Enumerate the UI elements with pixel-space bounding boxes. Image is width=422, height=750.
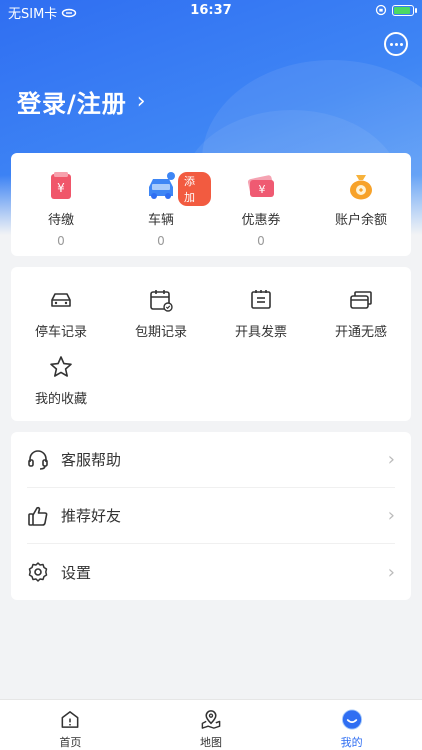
tab-label: 首页 xyxy=(59,736,82,749)
orientation-lock-icon xyxy=(375,4,387,16)
message-button[interactable] xyxy=(384,32,408,56)
tool-label: 停车记录 xyxy=(34,325,87,340)
card-icon xyxy=(350,291,372,309)
tab-label: 地图 xyxy=(200,736,222,749)
menu-label: 客服帮助 xyxy=(61,451,122,469)
chevron-right-icon: › xyxy=(387,449,395,470)
battery-icon xyxy=(392,4,417,16)
stat-coupon[interactable]: ¥ 优惠券 0 xyxy=(211,153,311,256)
tab-label: 我的 xyxy=(340,736,363,749)
menu-label: 推荐好友 xyxy=(61,507,122,525)
stat-label: 待缴 xyxy=(47,213,74,228)
svg-text:¥: ¥ xyxy=(57,181,65,195)
coupon-icon: ¥ xyxy=(247,175,275,197)
status-time: 16:37 xyxy=(190,3,232,18)
stat-value: 0 xyxy=(257,234,265,248)
chevron-right-icon: › xyxy=(387,561,395,583)
svg-text:¥: ¥ xyxy=(259,183,266,196)
tool-parking-records[interactable]: 停车记录 xyxy=(11,287,111,354)
stat-value: 0 xyxy=(57,234,65,248)
chevron-right-icon: › xyxy=(136,89,147,114)
stat-pending[interactable]: ¥ 待缴 0 xyxy=(11,153,111,256)
thumbs-up-icon xyxy=(28,506,48,526)
calendar-icon xyxy=(150,290,173,312)
chevron-right-icon: › xyxy=(387,505,395,526)
money-bag-icon xyxy=(350,175,372,200)
tool-period-records[interactable]: 包期记录 xyxy=(111,287,211,354)
stat-label: 车辆 xyxy=(147,213,174,228)
menu-label: 设置 xyxy=(61,563,92,582)
home-icon xyxy=(61,711,79,728)
stat-label: 优惠券 xyxy=(241,213,281,228)
login-text: 登录/注册 xyxy=(17,90,127,118)
stat-value: 0 xyxy=(157,234,165,248)
stat-vehicle[interactable]: 添加 车辆 0 xyxy=(111,153,211,256)
menu-card: 客服帮助 › 推荐好友 › 设置 › xyxy=(11,432,411,600)
status-bar: 无SIM卡 16:37 xyxy=(0,0,422,22)
car-outline-icon xyxy=(51,293,71,307)
star-icon xyxy=(50,356,72,377)
stats-card: ¥ 待缴 0 添加 车辆 0 ¥ 优惠券 0 账户余额 xyxy=(11,153,411,256)
tool-favorites[interactable]: 我的收藏 xyxy=(11,354,111,421)
tools-card: 停车记录 包期记录 开具发票 开通无感 我的收藏 xyxy=(11,267,411,421)
stat-balance[interactable]: 账户余额 xyxy=(311,153,411,256)
menu-settings[interactable]: 设置 › xyxy=(27,544,395,600)
tool-invoice[interactable]: 开具发票 xyxy=(211,287,311,354)
tool-label: 开具发票 xyxy=(234,325,287,340)
add-vehicle-badge[interactable]: 添加 xyxy=(178,172,211,206)
tool-label: 我的收藏 xyxy=(34,392,87,407)
tab-bar: 首页 地图 我的 xyxy=(0,699,422,750)
invoice-icon xyxy=(251,290,271,309)
map-icon xyxy=(201,710,221,729)
tool-label: 包期记录 xyxy=(134,325,187,340)
pending-bill-icon: ¥ xyxy=(51,172,71,199)
tab-profile[interactable]: 我的 xyxy=(281,700,422,750)
tab-home[interactable]: 首页 xyxy=(0,700,141,750)
menu-refer-friend[interactable]: 推荐好友 › xyxy=(27,488,395,544)
car-icon xyxy=(149,172,175,199)
menu-customer-service[interactable]: 客服帮助 › xyxy=(27,432,395,488)
tool-autopay[interactable]: 开通无感 xyxy=(311,287,411,354)
headset-icon xyxy=(28,449,48,470)
tool-label: 开通无感 xyxy=(334,325,387,340)
tab-map[interactable]: 地图 xyxy=(141,700,282,750)
gear-icon xyxy=(28,562,48,582)
login-register-link[interactable]: 登录/注册 › xyxy=(17,84,147,119)
stat-label: 账户余额 xyxy=(334,213,387,228)
profile-icon xyxy=(341,709,362,730)
